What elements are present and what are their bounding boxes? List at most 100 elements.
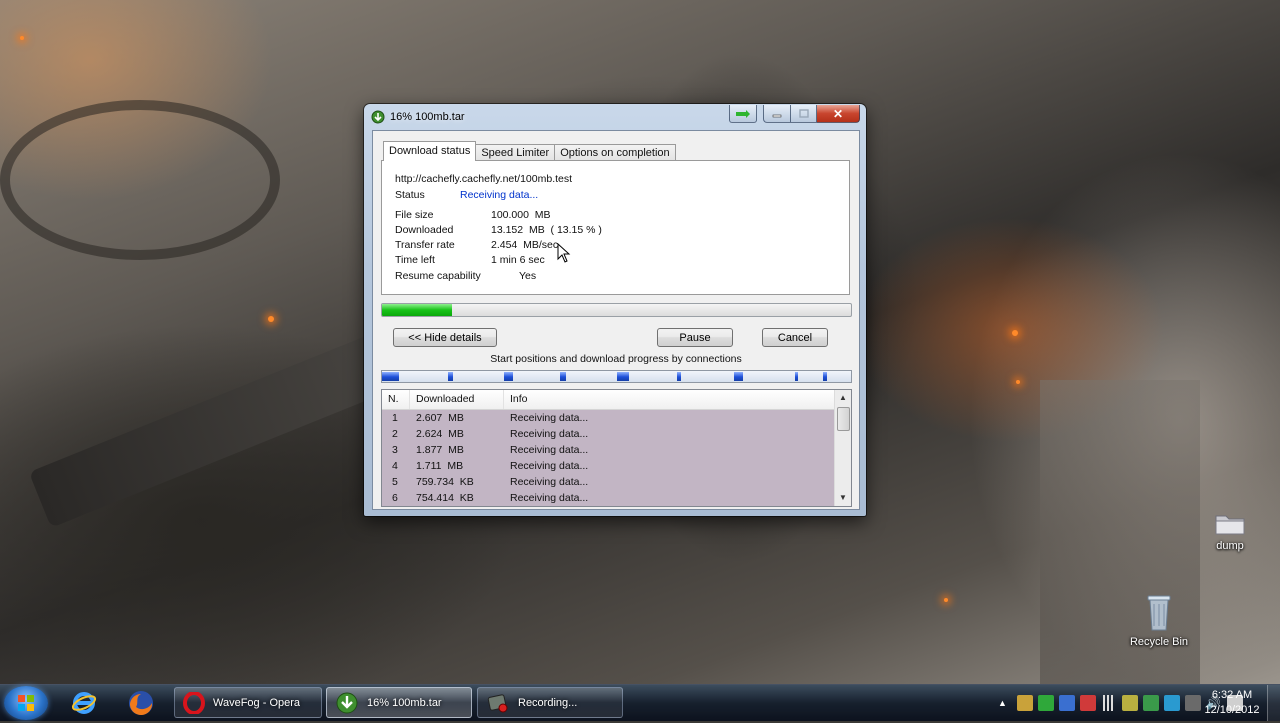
row-info: Receiving data... (510, 492, 589, 504)
tab-options-on-completion[interactable]: Options on completion (554, 144, 676, 161)
ember-spark (1012, 330, 1018, 336)
windows-logo-icon (18, 695, 34, 711)
tray-app-icon[interactable] (1058, 695, 1075, 711)
row-info: Receiving data... (510, 444, 589, 456)
taskbar: WaveFog - Opera 16% 100mb.tar Recording.… (0, 684, 1280, 721)
download-progress-bar (381, 303, 852, 317)
scroll-up-arrow-icon[interactable]: ▲ (835, 390, 851, 406)
file-size-label: File size (395, 209, 434, 221)
row-downloaded: 1.711 MB (416, 460, 464, 472)
row-number: 4 (392, 460, 398, 472)
minimize-icon (772, 114, 782, 117)
row-info: Receiving data... (510, 412, 589, 424)
download-progress-fill (382, 304, 453, 316)
recycle-bin-icon (1147, 595, 1171, 631)
recorder-icon (487, 693, 508, 712)
system-clock[interactable]: 6:32 AM 12/10/2012 (1196, 688, 1268, 718)
ember-spark (268, 316, 274, 322)
mouse-cursor-icon (557, 243, 571, 263)
desktop-icon-label: Recycle Bin (1129, 636, 1189, 648)
taskbar-button-label: Recording... (518, 696, 578, 709)
list-row[interactable]: 4 1.711 MB Receiving data... (382, 458, 834, 474)
tab-speed-limiter[interactable]: Speed Limiter (475, 144, 556, 161)
column-header-info[interactable]: Info (504, 390, 834, 409)
connections-caption: Start positions and download progress by… (490, 353, 742, 365)
scroll-thumb[interactable] (837, 407, 850, 431)
file-size-value: 100.000 MB (491, 209, 551, 221)
connections-progress-bar (381, 370, 852, 383)
pinned-internet-explorer[interactable] (57, 687, 111, 719)
taskbar-button-opera[interactable]: WaveFog - Opera (174, 687, 322, 718)
taskbar-button-label: WaveFog - Opera (213, 696, 301, 709)
row-info: Receiving data... (510, 476, 589, 488)
list-row[interactable]: 5 759.734 KB Receiving data... (382, 474, 834, 490)
opera-icon (183, 691, 205, 714)
column-header-downloaded[interactable]: Downloaded (410, 390, 504, 409)
list-row[interactable]: 3 1.877 MB Receiving data... (382, 442, 834, 458)
connections-list: N. Downloaded Info 1 2.607 MB Receiving … (381, 389, 852, 507)
downloaded-label: Downloaded (395, 224, 454, 236)
connection-segment (447, 372, 454, 381)
transfer-to-background-button[interactable] (729, 105, 757, 123)
connection-segment (560, 372, 566, 381)
maximize-button[interactable] (791, 105, 817, 123)
transfer-rate-value: 2.454 MB/sec (491, 239, 559, 251)
desktop-icon-dump[interactable]: dump (1190, 512, 1270, 552)
tray-app-icon[interactable] (1142, 695, 1159, 711)
resume-capability-value: Yes (519, 270, 537, 282)
tab-download-status[interactable]: Download status (383, 141, 477, 161)
time-left-value: 1 min 6 sec (491, 254, 545, 266)
row-info: Receiving data... (510, 428, 589, 440)
connection-segment (503, 372, 514, 381)
taskbar-button-download[interactable]: 16% 100mb.tar (326, 687, 472, 718)
connection-segment (677, 372, 682, 381)
download-url: http://cachefly.cachefly.net/100mb.test (395, 173, 573, 185)
list-row[interactable]: 6 754.414 KB Receiving data... (382, 490, 834, 506)
tray-app-icon[interactable] (1163, 695, 1180, 711)
column-header-n[interactable]: N. (382, 390, 410, 409)
tab-strip: Download status Speed Limiter Options on… (383, 141, 676, 161)
tray-app-icon[interactable] (1079, 695, 1096, 711)
close-button[interactable]: ✕ (817, 105, 860, 123)
downloaded-value: 13.152 MB ( 13.15 % ) (491, 224, 602, 236)
idm-icon (336, 692, 358, 713)
connection-segment (794, 372, 799, 381)
tray-app-icon[interactable] (1016, 695, 1033, 711)
clock-date: 12/10/2012 (1204, 704, 1260, 716)
row-downloaded: 754.414 KB (416, 492, 474, 504)
desktop-icon-recycle-bin[interactable]: Recycle Bin (1119, 592, 1199, 648)
tray-app-icon[interactable] (1121, 695, 1138, 711)
ember-spark (944, 598, 948, 602)
status-value: Receiving data... (460, 189, 539, 201)
row-number: 2 (392, 428, 398, 440)
list-row[interactable]: 2 2.624 MB Receiving data... (382, 426, 834, 442)
taskbar-button-recording[interactable]: Recording... (477, 687, 623, 718)
scroll-down-arrow-icon[interactable]: ▼ (835, 490, 851, 506)
row-number: 5 (392, 476, 398, 488)
connection-segment (733, 372, 744, 381)
connection-segment (616, 372, 629, 381)
start-button[interactable] (4, 686, 48, 720)
pinned-firefox[interactable] (114, 687, 168, 719)
window-title: 16% 100mb.tar (390, 111, 465, 123)
ember-spark (1016, 380, 1020, 384)
firefox-icon (129, 691, 153, 716)
hide-details-button[interactable]: << Hide details (393, 328, 497, 347)
tray-app-icon[interactable] (1037, 695, 1054, 711)
status-label: Status (395, 189, 425, 201)
cancel-button[interactable]: Cancel (762, 328, 828, 347)
pause-button[interactable]: Pause (657, 328, 733, 347)
network-signal-icon[interactable] (1100, 695, 1117, 711)
resume-capability-label: Resume capability (395, 270, 481, 282)
tray-overflow-arrow-icon[interactable]: ▲ (998, 698, 1007, 708)
transfer-rate-label: Transfer rate (395, 239, 455, 251)
folder-icon (1215, 515, 1245, 535)
window-titlebar[interactable]: 16% 100mb.tar ✕ (364, 104, 866, 130)
list-row[interactable]: 1 2.607 MB Receiving data... (382, 410, 834, 426)
list-scrollbar[interactable]: ▲ ▼ (834, 390, 851, 506)
wallpaper-drone-shape (0, 100, 280, 260)
minimize-button[interactable] (763, 105, 791, 123)
clock-time: 6:32 AM (1211, 689, 1253, 701)
row-downloaded: 759.734 KB (416, 476, 474, 488)
show-desktop-button[interactable] (1267, 685, 1280, 721)
